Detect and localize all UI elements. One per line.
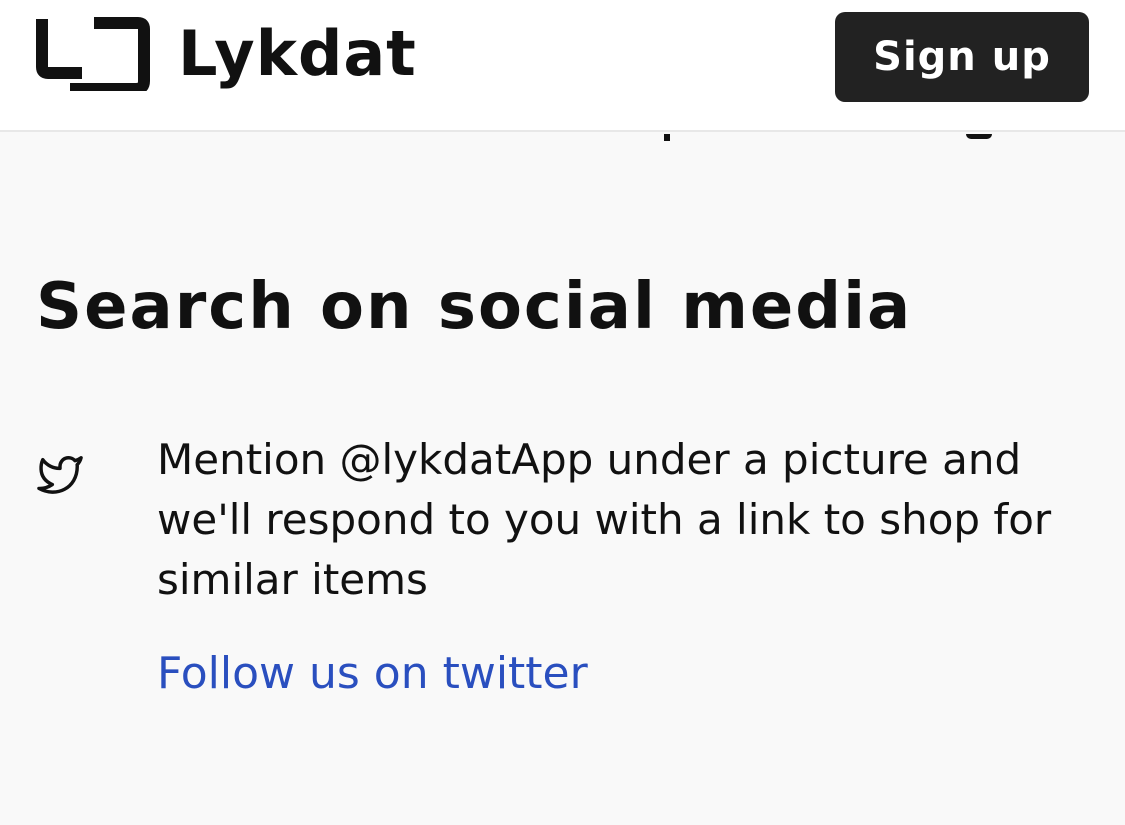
logo[interactable]: Lykdat <box>36 17 417 91</box>
twitter-description: Mention @lykdatApp under a picture and w… <box>157 435 1052 604</box>
site-header: Lykdat Sign up <box>0 0 1125 132</box>
scrolled-content-fragment <box>664 134 670 141</box>
sign-up-button[interactable]: Sign up <box>835 12 1089 102</box>
section-title: Search on social media <box>36 270 913 344</box>
twitter-bird-icon <box>37 456 83 494</box>
brand-name: Lykdat <box>178 17 417 90</box>
lykdat-logo-icon <box>36 17 150 91</box>
follow-twitter-link[interactable]: Follow us on twitter <box>157 644 588 704</box>
scrolled-content-fragment <box>966 134 992 139</box>
